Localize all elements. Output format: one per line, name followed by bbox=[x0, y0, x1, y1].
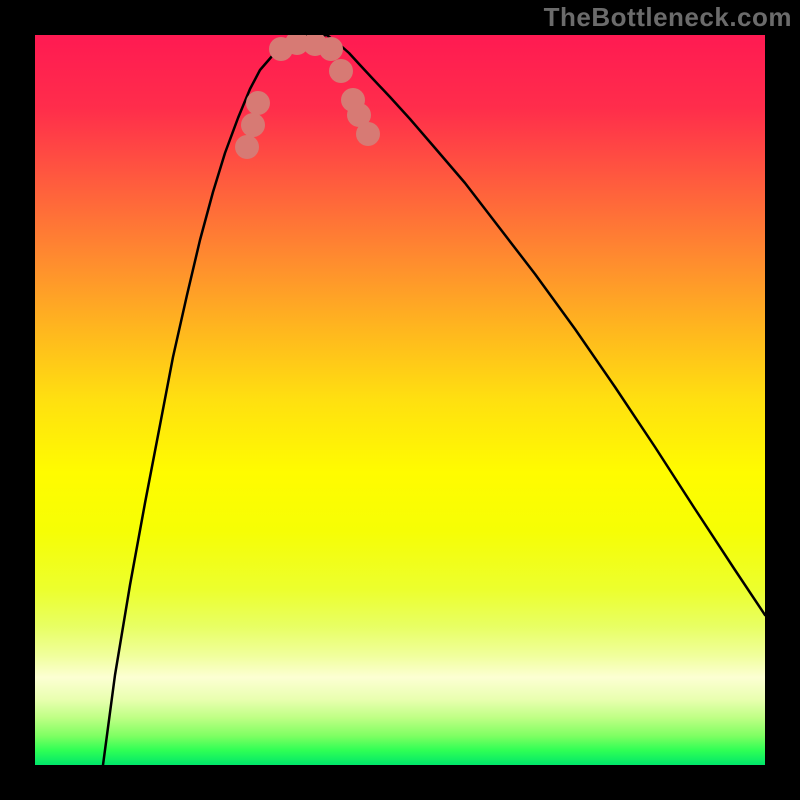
curve-right-curve bbox=[327, 35, 765, 615]
bottleneck-curves bbox=[103, 35, 765, 765]
marker-dots bbox=[235, 35, 380, 159]
curve-layer bbox=[35, 35, 765, 765]
watermark-text: TheBottleneck.com bbox=[544, 2, 792, 33]
curve-left-curve bbox=[103, 35, 297, 765]
chart-frame: TheBottleneck.com bbox=[0, 0, 800, 800]
left-marker-3 bbox=[246, 91, 270, 115]
right-marker-4 bbox=[356, 122, 380, 146]
left-marker-1 bbox=[235, 135, 259, 159]
plot-area bbox=[35, 35, 765, 765]
left-marker-2 bbox=[241, 113, 265, 137]
floor-marker-4 bbox=[319, 37, 343, 61]
right-marker-1 bbox=[329, 59, 353, 83]
